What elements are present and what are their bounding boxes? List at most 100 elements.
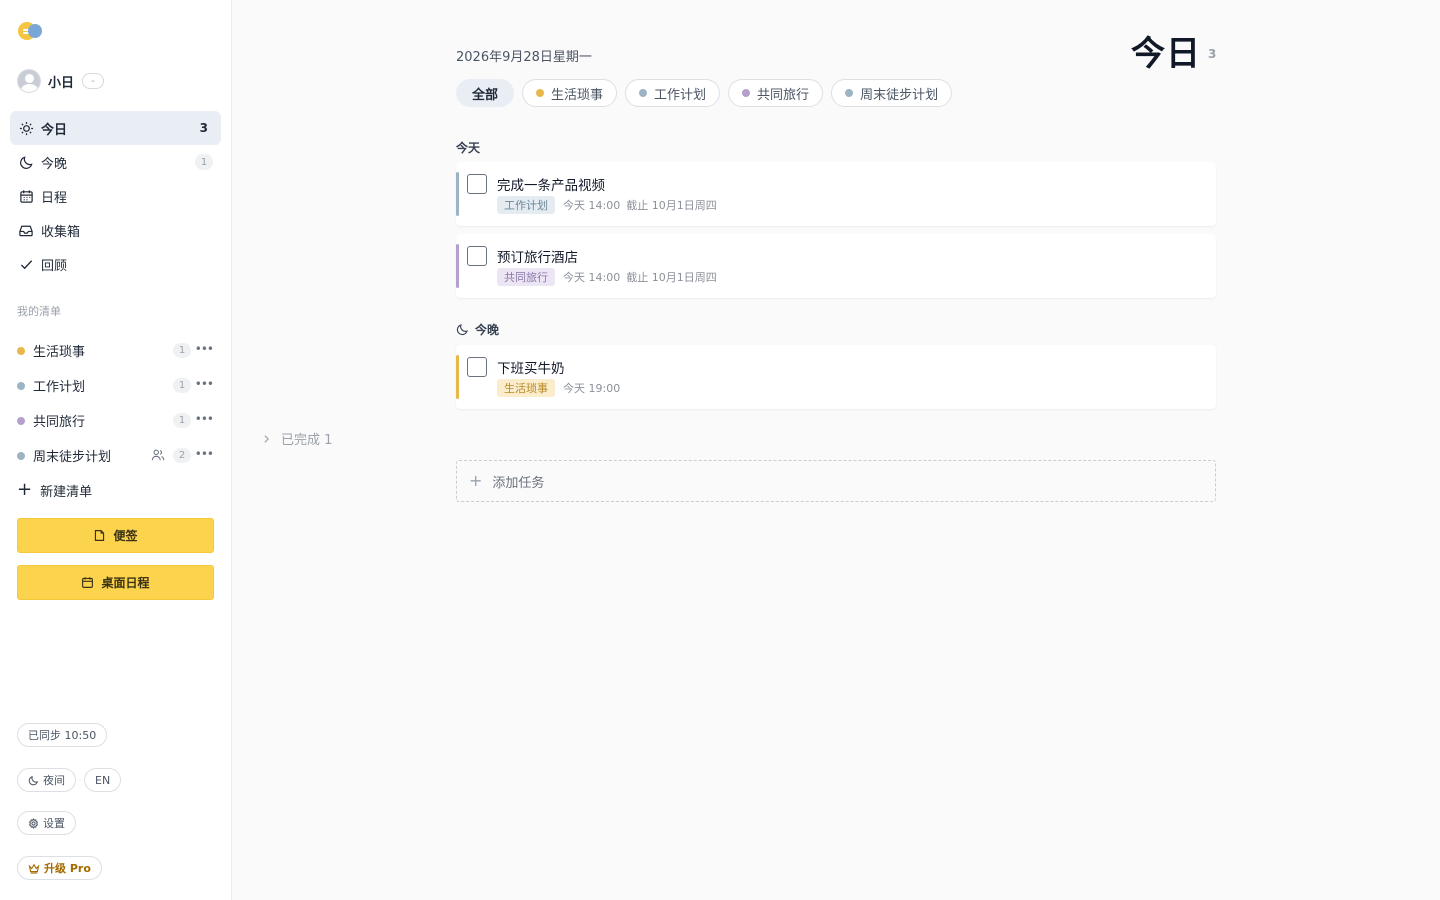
main-nav: 今日 3 今晚 1 日程 收集箱 回顾 (10, 111, 221, 281)
list-color-dot (17, 451, 25, 460)
desktop-schedule-label: 桌面日程 (101, 576, 150, 590)
nav-label: 回顾 (41, 258, 68, 274)
list-label: 生活琐事 (33, 345, 86, 360)
filter-label: 全部 (472, 87, 499, 103)
settings-button[interactable]: 设置 (17, 811, 76, 835)
crown-icon (28, 863, 40, 874)
list-count: 1 (173, 378, 191, 393)
list-label: 周末徒步计划 (33, 450, 112, 465)
filter-travel[interactable]: 共同旅行 (728, 79, 824, 107)
upgrade-pro-button[interactable]: 升级 Pro (17, 856, 102, 880)
task-title: 完成一条产品视频 (497, 178, 605, 194)
note-icon (93, 529, 106, 542)
filter-hiking[interactable]: 周末徒步计划 (831, 79, 953, 107)
task-checkbox[interactable] (467, 174, 487, 194)
nav-label: 今晚 (41, 156, 68, 172)
desktop-schedule-button[interactable]: 桌面日程 (17, 565, 214, 600)
group-title-label: 今天 (456, 141, 481, 155)
task-title: 下班买牛奶 (497, 361, 565, 377)
add-task-label: 添加任务 (492, 475, 545, 491)
task-list-tag: 工作计划 (497, 196, 555, 214)
list-item-hiking[interactable]: 周末徒步计划 2 ••• (10, 438, 221, 473)
my-lists: 生活琐事 1 ••• 工作计划 1 ••• 共同旅行 1 ••• 周末徒步计划 … (10, 333, 221, 507)
more-icon[interactable]: ••• (195, 447, 214, 461)
calendar-icon (81, 576, 94, 589)
filter-work[interactable]: 工作计划 (625, 79, 721, 107)
language-toggle[interactable]: EN (84, 768, 122, 792)
user-profile[interactable]: 小日 - (17, 69, 105, 93)
app-logo-icon (18, 22, 44, 40)
filter-color-dot (742, 89, 751, 97)
completed-label: 已完成 1 (281, 433, 333, 448)
task-list-tag: 生活琐事 (497, 379, 555, 397)
more-icon[interactable]: ••• (195, 342, 214, 356)
moon-icon (18, 154, 34, 170)
moon-icon (456, 323, 469, 336)
list-count: 1 (173, 343, 191, 358)
list-count: 1 (173, 413, 191, 428)
task-meta: 工作计划 今天 14:00 截止 10月1日周四 (497, 196, 717, 214)
filter-label: 工作计划 (654, 87, 707, 103)
language-label: EN (95, 773, 111, 787)
task-card[interactable]: 下班买牛奶 生活琐事 今天 19:00 (456, 345, 1216, 409)
task-color-bar (456, 172, 459, 216)
nav-item-today[interactable]: 今日 3 (10, 111, 221, 145)
list-item-life[interactable]: 生活琐事 1 ••• (10, 333, 221, 368)
filter-label: 周末徒步计划 (860, 87, 939, 103)
task-time: 今天 19:00 (563, 382, 621, 395)
night-mode-toggle[interactable]: 夜间 (17, 768, 76, 792)
plus-icon: + (17, 479, 33, 500)
task-due: 截止 10月1日周四 (626, 271, 717, 284)
task-checkbox[interactable] (467, 246, 487, 266)
group-title-label: 今晚 (475, 323, 500, 337)
calendar-icon (18, 188, 34, 204)
nav-count: 1 (195, 154, 213, 170)
upgrade-pro-label: 升级 Pro (44, 862, 91, 875)
inbox-icon (18, 222, 34, 238)
list-label: 共同旅行 (33, 415, 86, 430)
filter-color-dot (536, 89, 545, 97)
my-lists-title: 我的清单 (17, 305, 61, 318)
task-meta: 生活琐事 今天 19:00 (497, 379, 620, 397)
nav-item-review[interactable]: 回顾 (10, 247, 221, 281)
add-task-button[interactable]: + 添加任务 (456, 460, 1216, 502)
task-due: 截止 10月1日周四 (626, 199, 717, 212)
avatar (17, 69, 41, 93)
nav-item-tonight[interactable]: 今晚 1 (10, 145, 221, 179)
nav-item-schedule[interactable]: 日程 (10, 179, 221, 213)
more-icon[interactable]: ••• (195, 412, 214, 426)
sync-status-label: 已同步 10:50 (28, 729, 97, 742)
group-title-tonight: 今晚 (456, 321, 499, 338)
filter-all[interactable]: 全部 (456, 79, 515, 107)
sync-status[interactable]: 已同步 10:50 (17, 723, 108, 747)
user-status-badge[interactable]: - (82, 73, 105, 89)
list-color-dot (17, 416, 25, 425)
sticky-note-button[interactable]: 便签 (17, 518, 214, 553)
page-task-count: 3 (1208, 47, 1217, 61)
task-title: 预订旅行酒店 (497, 250, 578, 266)
sun-icon (18, 120, 34, 136)
group-title-today: 今天 (456, 139, 480, 156)
list-item-work[interactable]: 工作计划 1 ••• (10, 368, 221, 403)
nav-item-inbox[interactable]: 收集箱 (10, 213, 221, 247)
list-filter-bar: 全部 生活琐事 工作计划 共同旅行 周末徒步计划 (456, 79, 953, 107)
list-item-travel[interactable]: 共同旅行 1 ••• (10, 403, 221, 438)
completed-toggle[interactable]: 已完成 1 (262, 429, 332, 448)
page-title: 今日 (1131, 34, 1201, 74)
new-list-button[interactable]: + 新建清单 (10, 473, 221, 507)
new-list-label: 新建清单 (40, 484, 93, 500)
list-label: 工作计划 (33, 380, 86, 395)
user-name: 小日 (48, 75, 75, 91)
task-meta: 共同旅行 今天 14:00 截止 10月1日周四 (497, 268, 717, 286)
task-card[interactable]: 完成一条产品视频 工作计划 今天 14:00 截止 10月1日周四 (456, 162, 1216, 226)
nav-label: 收集箱 (41, 224, 81, 240)
task-card[interactable]: 预订旅行酒店 共同旅行 今天 14:00 截止 10月1日周四 (456, 234, 1216, 298)
filter-life[interactable]: 生活琐事 (522, 79, 618, 107)
more-icon[interactable]: ••• (195, 377, 214, 391)
task-color-bar (456, 244, 459, 288)
task-color-bar (456, 355, 459, 399)
gear-icon (28, 817, 39, 829)
list-color-dot (17, 346, 25, 355)
task-checkbox[interactable] (467, 357, 487, 377)
shared-users-icon (151, 448, 165, 462)
